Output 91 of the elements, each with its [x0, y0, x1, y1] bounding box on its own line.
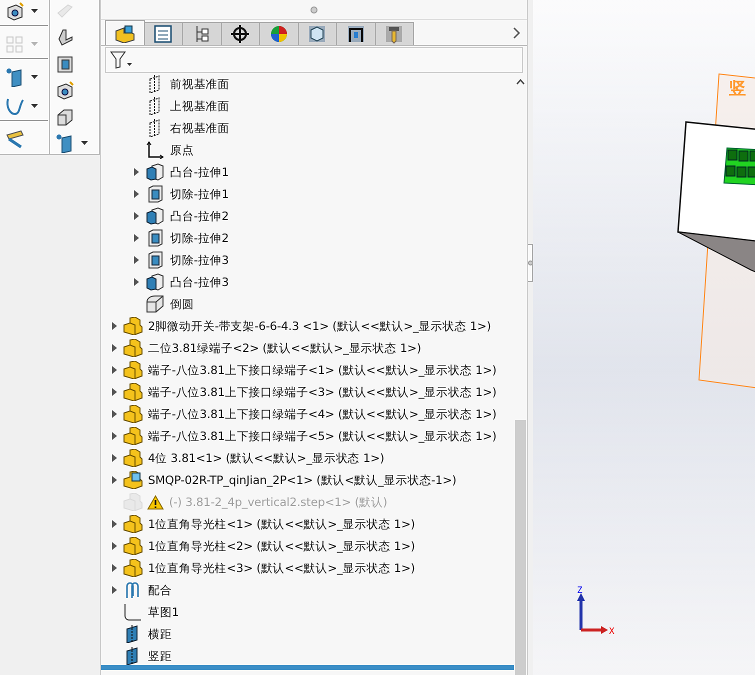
- part-icon: [123, 493, 143, 511]
- panel-tab[interactable]: [182, 22, 222, 45]
- panel-tab[interactable]: [144, 22, 183, 45]
- extrude-icon: [145, 163, 165, 181]
- panel-tab[interactable]: [298, 22, 337, 45]
- expand-arrow-icon[interactable]: [112, 344, 116, 352]
- tree-item[interactable]: 二位3.81绿端子<2> (默认<<默认>_显示状态 1>): [148, 340, 422, 356]
- tree-item[interactable]: 端子-八位3.81上下接口绿端子<1> (默认<<默认>_显示状态 1>): [148, 362, 497, 378]
- tree-item[interactable]: 竖距: [148, 648, 172, 664]
- caret-icon: [31, 104, 38, 108]
- tree-item[interactable]: 1位直角导光柱<1> (默认<<默认>_显示状态 1>): [148, 516, 415, 532]
- caret-icon: [81, 141, 88, 146]
- origin-icon: [145, 141, 165, 159]
- tree-item[interactable]: 右视基准面: [170, 120, 230, 136]
- scroll-up-icon[interactable]: [516, 79, 525, 85]
- crosshair-icon: [229, 24, 252, 44]
- hole-wizard-icon: [5, 1, 25, 21]
- curve-icon: [5, 96, 25, 116]
- expand-arrow-icon[interactable]: [134, 234, 138, 242]
- measure-icon: [5, 129, 25, 149]
- part-icon: [123, 471, 143, 489]
- part-icon: [114, 23, 136, 43]
- chevron-right-icon[interactable]: [513, 27, 521, 39]
- expand-arrow-icon[interactable]: [112, 586, 116, 594]
- pattern-icon: [5, 34, 25, 54]
- expand-arrow-icon[interactable]: [112, 476, 116, 484]
- tree-item[interactable]: 凸台-拉伸3: [170, 274, 229, 290]
- part-icon: [123, 383, 143, 401]
- filter-icon[interactable]: [110, 51, 132, 69]
- part-icon: [123, 339, 143, 357]
- panel-tab[interactable]: [336, 22, 376, 45]
- expand-arrow-icon[interactable]: [112, 410, 116, 418]
- splitter-handle[interactable]: [528, 244, 533, 282]
- expand-arrow-icon[interactable]: [112, 542, 116, 550]
- part-icon: [123, 427, 143, 445]
- tree-item[interactable]: 原点: [170, 142, 194, 158]
- expand-arrow-icon[interactable]: [112, 564, 116, 572]
- part-icon: [123, 405, 143, 423]
- tree-item[interactable]: 上视基准面: [170, 98, 230, 114]
- tree-item[interactable]: 2脚微动开关-带支架-6-6-4.3 <1> (默认<<默认>_显示状态 1>): [148, 318, 491, 334]
- tree-item[interactable]: 4位 3.81<1> (默认<<默认>_显示状态 1>): [148, 450, 384, 466]
- panel-tab[interactable]: [105, 20, 144, 45]
- part-icon: [123, 537, 143, 555]
- expand-arrow-icon[interactable]: [134, 190, 138, 198]
- tree-item[interactable]: 草图1: [148, 604, 180, 620]
- caret-icon: [31, 42, 38, 46]
- expand-arrow-icon[interactable]: [134, 168, 138, 176]
- warning-icon: [147, 494, 164, 510]
- part-icon: [123, 361, 143, 379]
- caret-icon: [31, 75, 38, 79]
- tree-item[interactable]: 横距: [148, 626, 172, 642]
- panel-tab[interactable]: [220, 22, 260, 45]
- list-icon: [152, 24, 174, 44]
- fillet-icon: [55, 106, 75, 127]
- tree-item[interactable]: 端子-八位3.81上下接口绿端子<4> (默认<<默认>_显示状态 1>): [148, 406, 497, 422]
- tree-item[interactable]: 切除-拉伸3: [170, 252, 229, 268]
- tree-item[interactable]: 1位直角导光柱<3> (默认<<默认>_显示状态 1>): [148, 560, 415, 576]
- expand-arrow-icon[interactable]: [134, 256, 138, 264]
- expand-arrow-icon[interactable]: [112, 520, 116, 528]
- grip-icon[interactable]: [310, 6, 318, 14]
- tree-item[interactable]: 凸台-拉伸2: [170, 208, 229, 224]
- part-icon: [123, 559, 143, 577]
- expand-arrow-icon[interactable]: [112, 388, 116, 396]
- part-icon: [123, 317, 143, 335]
- caret-icon: [31, 9, 38, 13]
- sketch-icon: [123, 603, 143, 621]
- tree-item[interactable]: SMQP-02R-TP_qinJian_2P<1> (默认<默认_显示状态-1>): [148, 472, 456, 488]
- extrude-icon: [145, 273, 165, 291]
- expand-arrow-icon[interactable]: [134, 278, 138, 286]
- expand-arrow-icon[interactable]: [112, 432, 116, 440]
- part-icon: [123, 515, 143, 533]
- shell-icon: [55, 54, 75, 74]
- tree-item[interactable]: 前视基准面: [170, 76, 230, 92]
- expand-arrow-icon[interactable]: [112, 366, 116, 374]
- plane-label: 竖: [729, 79, 746, 99]
- part-icon: [123, 449, 143, 467]
- tree-item[interactable]: 倒圆: [170, 296, 194, 312]
- hole-wizard-icon: [55, 80, 75, 100]
- tree-item[interactable]: 凸台-拉伸1: [170, 164, 229, 180]
- tree-item[interactable]: 配合: [148, 582, 172, 598]
- tree-item[interactable]: 端子-八位3.81上下接口绿端子<5> (默认<<默认>_显示状态 1>): [148, 428, 497, 444]
- tree-item[interactable]: 1位直角导光柱<2> (默认<<默认>_显示状态 1>): [148, 538, 415, 554]
- scrollbar-thumb[interactable]: [515, 420, 526, 675]
- tree-item[interactable]: 端子-八位3.81上下接口绿端子<3> (默认<<默认>_显示状态 1>): [148, 384, 497, 400]
- expand-arrow-icon[interactable]: [134, 212, 138, 220]
- tree-item[interactable]: 切除-拉伸2: [170, 230, 229, 246]
- fillet-icon: [145, 295, 165, 313]
- extrude-icon: [145, 207, 165, 225]
- expand-arrow-icon[interactable]: [112, 322, 116, 330]
- tree-item[interactable]: 切除-拉伸1: [170, 186, 229, 202]
- expand-arrow-icon[interactable]: [112, 454, 116, 462]
